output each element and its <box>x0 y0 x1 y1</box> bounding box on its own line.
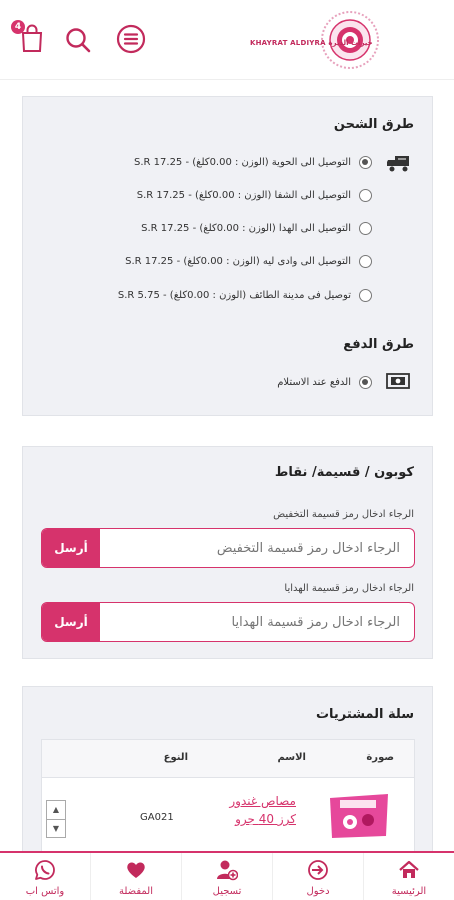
cart-button[interactable]: 4 <box>11 20 46 54</box>
logo-text: KHAYRAT ALDIYRA خيرات الديرة <box>250 39 373 47</box>
shipping-radio[interactable] <box>359 188 372 202</box>
quantity-decrease-button[interactable]: ▼ <box>47 819 65 837</box>
shipping-option-label: التوصيل الى الهدا (الوزن : 0.00كلغ) - S.… <box>141 222 351 234</box>
nav-item-login[interactable]: دخول <box>272 853 363 900</box>
shipping-radio[interactable] <box>359 221 372 235</box>
store-logo[interactable]: KHAYRAT ALDIYRA خيرات الديرة <box>250 8 440 72</box>
nav-item-whatsapp[interactable]: واتس اب <box>0 853 90 900</box>
shipping-option[interactable]: التوصيل الى الهدا (الوزن : 0.00كلغ) - S.… <box>141 219 372 237</box>
product-image[interactable] <box>326 788 392 842</box>
home-icon <box>399 860 419 878</box>
cash-icon <box>386 373 410 389</box>
nav-item-register[interactable]: تسجيل <box>181 853 272 900</box>
column-header-type: النوع <box>163 752 188 763</box>
nav-label-whatsapp: واتس اب <box>25 886 65 897</box>
nav-label-register: تسجيل <box>212 886 242 897</box>
nav-label-favorites: المفضلة <box>118 886 153 897</box>
shipping-methods-title: طرق الشحن <box>333 117 414 132</box>
quantity-increase-button[interactable]: ▲ <box>47 801 65 819</box>
shipping-option-label: التوصيل الى الحوية (الوزن : 0.00كلغ) - S… <box>134 156 351 168</box>
column-header-name: الاسم <box>277 752 306 763</box>
shipping-option-label: توصيل فى مدينة الطائف (الوزن : 0.00كلغ) … <box>117 289 351 301</box>
search-icon <box>66 28 91 53</box>
table-header: صورة الاسم النوع <box>42 740 414 778</box>
nav-label-login: دخول <box>306 886 330 897</box>
product-type-value: GA021 <box>140 812 174 823</box>
register-icon <box>217 860 238 881</box>
shipping-radio[interactable] <box>359 288 372 302</box>
payment-radio[interactable] <box>359 375 372 389</box>
nav-item-home[interactable]: الرئيسية <box>363 853 454 900</box>
search-button[interactable] <box>64 26 92 54</box>
bottom-navigation: الرئيسية دخول تسجيل المفضلة واتس اب <box>0 851 454 900</box>
payment-option[interactable]: الدفع عند الاستلام <box>277 373 372 391</box>
gift-code-label: الرجاء ادخال رمز قسيمة الهدايا <box>284 583 414 594</box>
login-icon <box>308 860 328 880</box>
cart-title: سلة المشتريات <box>315 707 414 722</box>
shipping-radio[interactable] <box>359 155 372 169</box>
app-header: 4 KHAYRAT ALDIYRA خيرات الديرة <box>0 0 454 80</box>
coupon-card: كوبون / قسيمة/ نقاط الرجاء ادخال رمز قسي… <box>22 446 433 659</box>
discount-code-input[interactable] <box>100 529 414 567</box>
menu-button[interactable] <box>116 24 146 54</box>
product-name-link[interactable]: مصاص غندور كرز 40 جرو <box>210 792 296 828</box>
shipping-option[interactable]: توصيل فى مدينة الطائف (الوزن : 0.00كلغ) … <box>118 286 372 304</box>
gift-submit-button[interactable]: أرسل <box>42 603 100 641</box>
discount-code-field: أرسل <box>41 528 415 568</box>
discount-code-label: الرجاء ادخال رمز قسيمة التخفيض <box>273 509 414 520</box>
gift-code-input[interactable] <box>100 603 414 641</box>
discount-submit-button[interactable]: أرسل <box>42 529 100 567</box>
whatsapp-icon <box>35 860 55 880</box>
shipping-radio[interactable] <box>359 254 372 268</box>
shipping-option[interactable]: التوصيل الى الحوية (الوزن : 0.00كلغ) - S… <box>134 153 372 171</box>
heart-icon <box>127 862 145 878</box>
shipping-option[interactable]: التوصيل الى الشفا (الوزن : 0.00كلغ) - S.… <box>137 186 372 204</box>
cart-count-badge: 4 <box>11 20 25 34</box>
shipping-payment-card: طرق الشحن التوصيل الى الحوية (الوزن : 0.… <box>22 96 433 416</box>
column-header-image: صورة <box>366 752 394 763</box>
nav-item-favorites[interactable]: المفضلة <box>90 853 181 900</box>
quantity-stepper[interactable]: ▲ ▼ <box>46 800 66 838</box>
payment-option-label: الدفع عند الاستلام <box>277 376 351 388</box>
menu-icon <box>116 24 146 54</box>
shipping-option[interactable]: التوصيل الى وادى ليه (الوزن : 0.00كلغ) -… <box>125 252 372 270</box>
shipping-option-label: التوصيل الى وادى ليه (الوزن : 0.00كلغ) -… <box>125 255 351 267</box>
coupon-title: كوبون / قسيمة/ نقاط <box>274 465 414 480</box>
gift-code-field: أرسل <box>41 602 415 642</box>
shipping-option-label: التوصيل الى الشفا (الوزن : 0.00كلغ) - S.… <box>136 189 351 201</box>
nav-label-home: الرئيسية <box>391 886 427 897</box>
delivery-truck-icon <box>387 156 409 172</box>
payment-methods-title: طرق الدفع <box>343 337 414 352</box>
